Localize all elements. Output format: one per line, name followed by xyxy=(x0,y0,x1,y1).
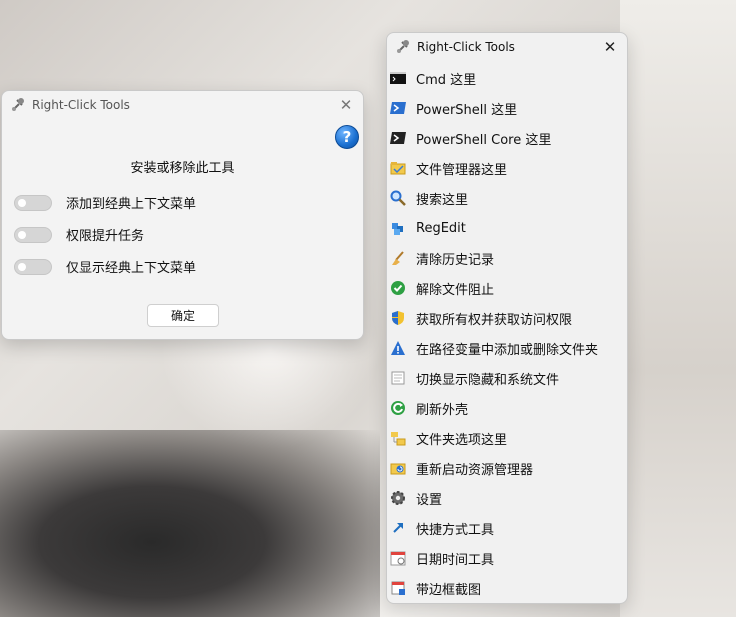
menu-item-path-variable[interactable]: 在路径变量中添加或删除文件夹 xyxy=(387,333,627,363)
app-tools-icon xyxy=(395,39,411,55)
toggle-label: 仅显示经典上下文菜单 xyxy=(66,261,197,276)
dialog-title: Right-Click Tools xyxy=(32,98,130,112)
folder-options-icon xyxy=(390,430,406,446)
menu-item-search[interactable]: 搜索这里 xyxy=(387,183,627,213)
toggle-switch[interactable] xyxy=(14,194,52,211)
toggle-row-classic-menu[interactable]: 添加到经典上下文菜单 xyxy=(14,193,196,212)
toggle-knob xyxy=(18,230,26,239)
menu-item-toggle-hidden-files[interactable]: 切换显示隐藏和系统文件 xyxy=(387,363,627,393)
powershell-core-icon xyxy=(390,130,406,146)
file-explorer-icon xyxy=(390,160,406,176)
hidden-files-icon xyxy=(390,370,406,386)
menu-item-powershell[interactable]: PowerShell 这里 xyxy=(387,93,627,123)
menu-item-take-ownership[interactable]: 获取所有权并获取访问权限 xyxy=(387,303,627,333)
wallpaper-region xyxy=(0,430,380,617)
help-icon[interactable]: ? xyxy=(335,125,359,149)
menu-item-label: 搜索这里 xyxy=(416,192,469,208)
menu-item-label: PowerShell Core 这里 xyxy=(416,132,552,148)
toggle-switch[interactable] xyxy=(14,226,52,243)
ok-button[interactable]: 确定 xyxy=(147,304,219,327)
menu-item-label: PowerShell 这里 xyxy=(416,102,518,118)
wallpaper-region xyxy=(620,0,736,617)
menu-item-bordered-screenshot[interactable]: 带边框截图 xyxy=(387,573,627,603)
refresh-icon xyxy=(390,400,406,416)
menu-item-cmd[interactable]: Cmd 这里 xyxy=(387,63,627,93)
shield-icon xyxy=(390,310,406,326)
menu-item-label: 文件管理器这里 xyxy=(416,162,508,178)
menu-item-settings[interactable]: 设置 xyxy=(387,483,627,513)
menu-item-label: 在路径变量中添加或删除文件夹 xyxy=(416,342,599,358)
menu-list: Cmd 这里 PowerShell 这里 PowerShell Core 这里 … xyxy=(387,63,627,603)
menu-item-label: Cmd 这里 xyxy=(416,72,477,88)
restart-explorer-icon xyxy=(390,460,406,476)
check-icon xyxy=(390,280,406,296)
toggle-switch[interactable] xyxy=(14,258,52,275)
toggle-label: 权限提升任务 xyxy=(66,229,145,244)
menu-item-restart-explorer[interactable]: 重新启动资源管理器 xyxy=(387,453,627,483)
toggle-label: 添加到经典上下文菜单 xyxy=(66,197,197,212)
menu-item-powershell-core[interactable]: PowerShell Core 这里 xyxy=(387,123,627,153)
powershell-icon xyxy=(390,100,406,116)
menu-item-clear-history[interactable]: 清除历史记录 xyxy=(387,243,627,273)
close-icon[interactable]: ✕ xyxy=(601,38,619,56)
menu-item-label: RegEdit xyxy=(416,220,466,236)
menu-item-label: 快捷方式工具 xyxy=(416,522,495,538)
menu-item-label: 获取所有权并获取访问权限 xyxy=(416,312,573,328)
menu-item-regedit[interactable]: RegEdit xyxy=(387,213,627,243)
menu-item-label: 文件夹选项这里 xyxy=(416,432,508,448)
menu-item-label: 清除历史记录 xyxy=(416,252,495,268)
calendar-icon xyxy=(390,550,406,566)
menu-titlebar: Right-Click Tools ✕ xyxy=(387,33,627,61)
menu-title: Right-Click Tools xyxy=(417,40,515,54)
toggle-knob xyxy=(18,262,26,271)
cmd-icon xyxy=(390,70,406,86)
app-tools-icon xyxy=(10,97,26,113)
shortcut-icon xyxy=(390,520,406,536)
menu-item-folder-options[interactable]: 文件夹选项这里 xyxy=(387,423,627,453)
menu-item-shortcut-tools[interactable]: 快捷方式工具 xyxy=(387,513,627,543)
menu-item-label: 带边框截图 xyxy=(416,582,482,598)
menu-item-label: 解除文件阻止 xyxy=(416,282,495,298)
menu-item-label: 重新启动资源管理器 xyxy=(416,462,534,478)
menu-item-label: 设置 xyxy=(416,492,443,508)
search-icon xyxy=(390,190,406,206)
menu-item-date-time-tools[interactable]: 日期时间工具 xyxy=(387,543,627,573)
menu-item-file-explorer[interactable]: 文件管理器这里 xyxy=(387,153,627,183)
menu-item-label: 切换显示隐藏和系统文件 xyxy=(416,372,560,388)
menu-item-label: 刷新外壳 xyxy=(416,402,469,418)
menu-item-unblock-files[interactable]: 解除文件阻止 xyxy=(387,273,627,303)
dialog-titlebar: Right-Click Tools ✕ xyxy=(2,91,363,119)
regedit-icon xyxy=(390,220,406,236)
toggle-row-elevation-task[interactable]: 权限提升任务 xyxy=(14,225,144,244)
screenshot-icon xyxy=(390,580,406,596)
gear-icon xyxy=(390,490,406,506)
broom-icon xyxy=(390,250,406,266)
menu-item-refresh-shell[interactable]: 刷新外壳 xyxy=(387,393,627,423)
toggle-knob xyxy=(18,198,26,207)
toggle-row-classic-only[interactable]: 仅显示经典上下文菜单 xyxy=(14,257,196,276)
dialog-heading: 安装或移除此工具 xyxy=(130,161,235,176)
close-icon[interactable]: ✕ xyxy=(337,96,355,114)
settings-dialog: Right-Click Tools ✕ ? 安装或移除此工具 添加到经典上下文菜… xyxy=(1,90,364,340)
menu-item-label: 日期时间工具 xyxy=(416,552,495,568)
warning-icon xyxy=(390,340,406,356)
tools-menu-window: Right-Click Tools ✕ Cmd 这里 PowerShell 这里… xyxy=(386,32,628,604)
